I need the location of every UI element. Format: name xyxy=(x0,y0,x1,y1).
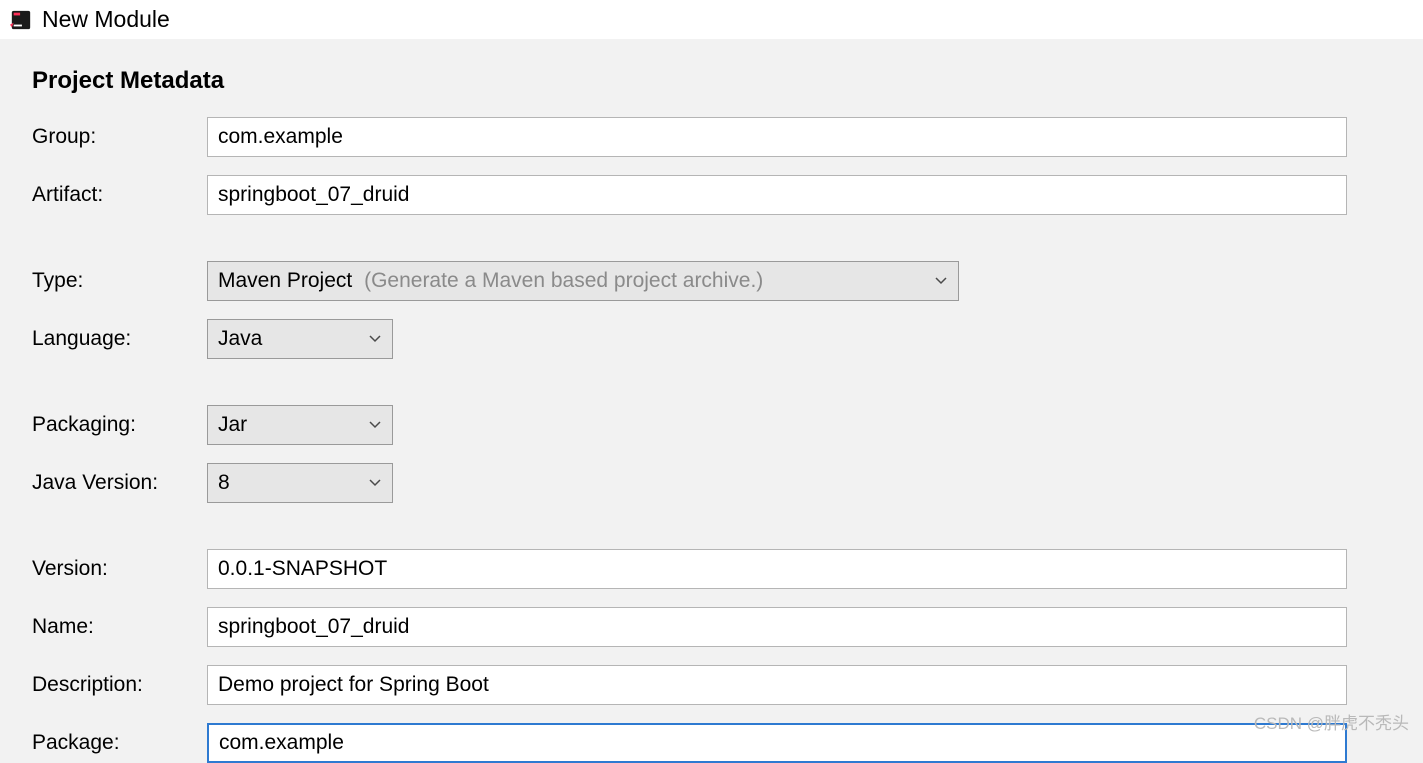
description-label: Description: xyxy=(32,673,207,697)
packaging-value: Jar xyxy=(218,413,247,437)
intellij-icon xyxy=(10,9,32,31)
chevron-down-icon xyxy=(368,476,382,490)
language-label: Language: xyxy=(32,327,207,351)
form-grid: Group: Artifact: Type: Maven Project (Ge… xyxy=(32,117,1391,763)
version-input[interactable] xyxy=(207,549,1347,589)
chevron-down-icon xyxy=(368,332,382,346)
chevron-down-icon xyxy=(368,418,382,432)
section-title: Project Metadata xyxy=(32,67,1391,95)
content-panel: Project Metadata Group: Artifact: Type: … xyxy=(0,39,1423,763)
chevron-down-icon xyxy=(934,274,948,288)
name-label: Name: xyxy=(32,615,207,639)
packaging-label: Packaging: xyxy=(32,413,207,437)
package-label: Package: xyxy=(32,731,207,755)
java-version-dropdown[interactable]: 8 xyxy=(207,463,393,503)
java-version-value: 8 xyxy=(218,471,230,495)
type-value: Maven Project xyxy=(218,269,352,292)
type-dropdown[interactable]: Maven Project (Generate a Maven based pr… xyxy=(207,261,959,301)
language-dropdown[interactable]: Java xyxy=(207,319,393,359)
java-version-label: Java Version: xyxy=(32,471,207,495)
name-input[interactable] xyxy=(207,607,1347,647)
group-input[interactable] xyxy=(207,117,1347,157)
type-label: Type: xyxy=(32,269,207,293)
packaging-dropdown[interactable]: Jar xyxy=(207,405,393,445)
language-value: Java xyxy=(218,327,262,351)
artifact-input[interactable] xyxy=(207,175,1347,215)
package-input[interactable] xyxy=(207,723,1347,763)
artifact-label: Artifact: xyxy=(32,183,207,207)
version-label: Version: xyxy=(32,557,207,581)
title-bar: New Module xyxy=(0,0,1423,39)
description-input[interactable] xyxy=(207,665,1347,705)
group-label: Group: xyxy=(32,125,207,149)
window-title: New Module xyxy=(42,6,170,33)
type-hint: (Generate a Maven based project archive.… xyxy=(364,269,763,292)
